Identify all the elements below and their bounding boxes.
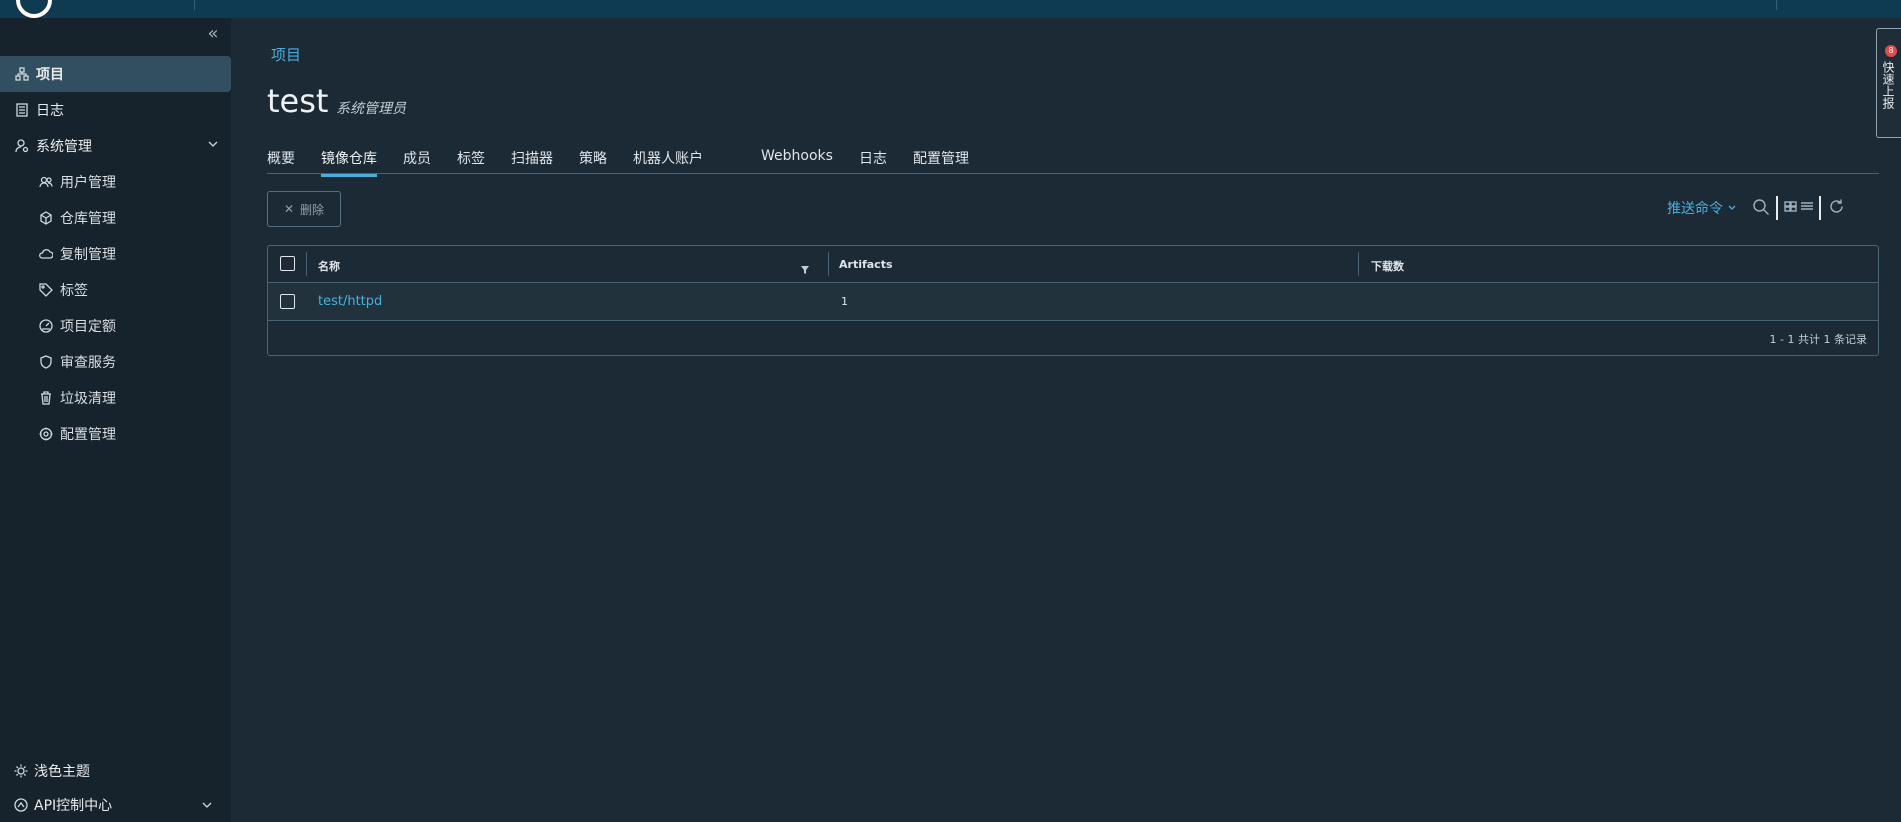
collapse-sidebar-icon[interactable]: « [204, 25, 222, 44]
header-divider [194, 0, 195, 10]
refresh-icon[interactable] [1828, 198, 1845, 219]
tab-scanner[interactable]: 扫描器 [511, 148, 553, 174]
push-command-dropdown[interactable]: 推送命令 [1667, 198, 1737, 218]
api-center[interactable]: API控制中心 [0, 790, 231, 820]
log-icon [14, 102, 30, 118]
theme-toggle-label: 浅色主题 [34, 764, 90, 780]
table-header: 名称 Artifacts 下载数 [268, 246, 1878, 283]
sidebar-item-interrogation[interactable]: 审查服务 [0, 344, 231, 380]
sidebar-item-label: 项目定额 [60, 319, 116, 335]
sidebar-item-replications[interactable]: 复制管理 [0, 236, 231, 272]
table-footer: 1 - 1 共计 1 条记录 [268, 321, 1878, 355]
tag-icon [38, 282, 54, 298]
column-header-artifacts[interactable]: Artifacts [839, 258, 893, 271]
sidebar-item-registries[interactable]: 仓库管理 [0, 200, 231, 236]
project-icon [14, 66, 30, 82]
artifacts-count: 1 [841, 295, 848, 308]
sidebar: « 项目 日志 系统管理 用户管理 仓库管理 复制管理 标签 项目定额 审查服务… [0, 18, 231, 822]
api-icon [14, 798, 28, 812]
tab-policy[interactable]: 策略 [579, 148, 607, 174]
tab-configuration[interactable]: 配置管理 [913, 148, 969, 174]
gear-icon [38, 426, 54, 442]
sidebar-item-quotas[interactable]: 项目定额 [0, 308, 231, 344]
search-icon[interactable] [1752, 198, 1770, 220]
sidebar-item-gc[interactable]: 垃圾清理 [0, 380, 231, 416]
pagination-info: 1 - 1 共计 1 条记录 [1769, 333, 1867, 346]
chevron-down-icon[interactable] [201, 799, 219, 815]
feedback-label: 快速上报 [1881, 61, 1895, 109]
delete-button[interactable]: ✕ 删除 [267, 191, 341, 227]
sidebar-item-label: 复制管理 [60, 247, 116, 263]
tab-logs[interactable]: 日志 [859, 148, 887, 174]
tab-labels[interactable]: 标签 [457, 148, 485, 174]
sidebar-item-users[interactable]: 用户管理 [0, 164, 231, 200]
tab-webhooks[interactable]: Webhooks [761, 148, 833, 170]
role-label: 系统管理员 [336, 101, 406, 117]
main-content: 项目 test 系统管理员 概要 镜像仓库 成员 标签 扫描器 策略 机器人账户… [231, 18, 1901, 822]
close-icon: ✕ [283, 202, 295, 216]
push-command-label: 推送命令 [1667, 201, 1723, 217]
repository-table: 名称 Artifacts 下载数 test/httpd 1 1 - 1 共计 1… [267, 245, 1879, 356]
column-divider [1358, 252, 1359, 276]
card-view-icon[interactable] [1784, 198, 1798, 217]
list-view-icon[interactable] [1800, 198, 1814, 217]
toolbar-divider [1819, 196, 1821, 220]
row-checkbox[interactable] [280, 294, 295, 309]
table-row[interactable]: test/httpd 1 [268, 283, 1878, 321]
column-divider [828, 252, 829, 276]
tab-summary[interactable]: 概要 [267, 148, 295, 174]
feedback-float-panel[interactable]: 8 快速上报 [1876, 28, 1901, 138]
column-divider [306, 252, 307, 276]
column-header-name[interactable]: 名称 [318, 258, 340, 274]
trash-icon [38, 390, 54, 406]
sidebar-item-label: 系统管理 [36, 139, 92, 155]
tab-members[interactable]: 成员 [403, 148, 431, 174]
sidebar-item-label: 标签 [60, 283, 88, 299]
shield-icon [38, 354, 54, 370]
filter-icon[interactable] [800, 260, 810, 279]
top-header [0, 0, 1901, 18]
sidebar-item-label: 日志 [36, 103, 64, 119]
sidebar-item-label: 审查服务 [60, 355, 116, 371]
sidebar-item-labels[interactable]: 标签 [0, 272, 231, 308]
header-divider [1776, 0, 1777, 10]
tab-repositories[interactable]: 镜像仓库 [321, 148, 377, 177]
sidebar-item-projects[interactable]: 项目 [0, 56, 231, 92]
api-center-label: API控制中心 [34, 798, 113, 814]
quota-icon [38, 318, 54, 334]
page-title: test [267, 82, 329, 120]
sidebar-item-admin[interactable]: 系统管理 [0, 128, 231, 164]
admin-icon [14, 138, 30, 154]
notification-badge: 8 [1885, 45, 1897, 57]
sidebar-item-label: 项目 [36, 67, 64, 83]
sidebar-item-logs[interactable]: 日志 [0, 92, 231, 128]
tab-robot-accounts[interactable]: 机器人账户 [633, 148, 703, 174]
toolbar-divider [1776, 196, 1778, 220]
users-icon [38, 174, 54, 190]
sun-icon [14, 764, 28, 778]
delete-button-label: 删除 [300, 202, 325, 217]
chevron-down-icon[interactable] [207, 138, 219, 154]
sidebar-item-label: 仓库管理 [60, 211, 116, 227]
replication-icon [38, 246, 54, 262]
repository-name-link[interactable]: test/httpd [318, 294, 382, 309]
column-header-downloads[interactable]: 下载数 [1371, 258, 1404, 274]
chevron-down-icon [1728, 205, 1736, 210]
harbor-logo[interactable] [16, 0, 52, 18]
breadcrumb[interactable]: 项目 [271, 44, 301, 65]
sidebar-item-config[interactable]: 配置管理 [0, 416, 231, 452]
sidebar-item-label: 垃圾清理 [60, 391, 116, 407]
sidebar-item-label: 用户管理 [60, 175, 116, 191]
tab-bar: 概要 镜像仓库 成员 标签 扫描器 策略 机器人账户 Webhooks 日志 配… [267, 130, 1879, 177]
registry-icon [38, 210, 54, 226]
sidebar-item-label: 配置管理 [60, 427, 116, 443]
select-all-checkbox[interactable] [280, 256, 295, 271]
theme-toggle[interactable]: 浅色主题 [0, 756, 231, 786]
